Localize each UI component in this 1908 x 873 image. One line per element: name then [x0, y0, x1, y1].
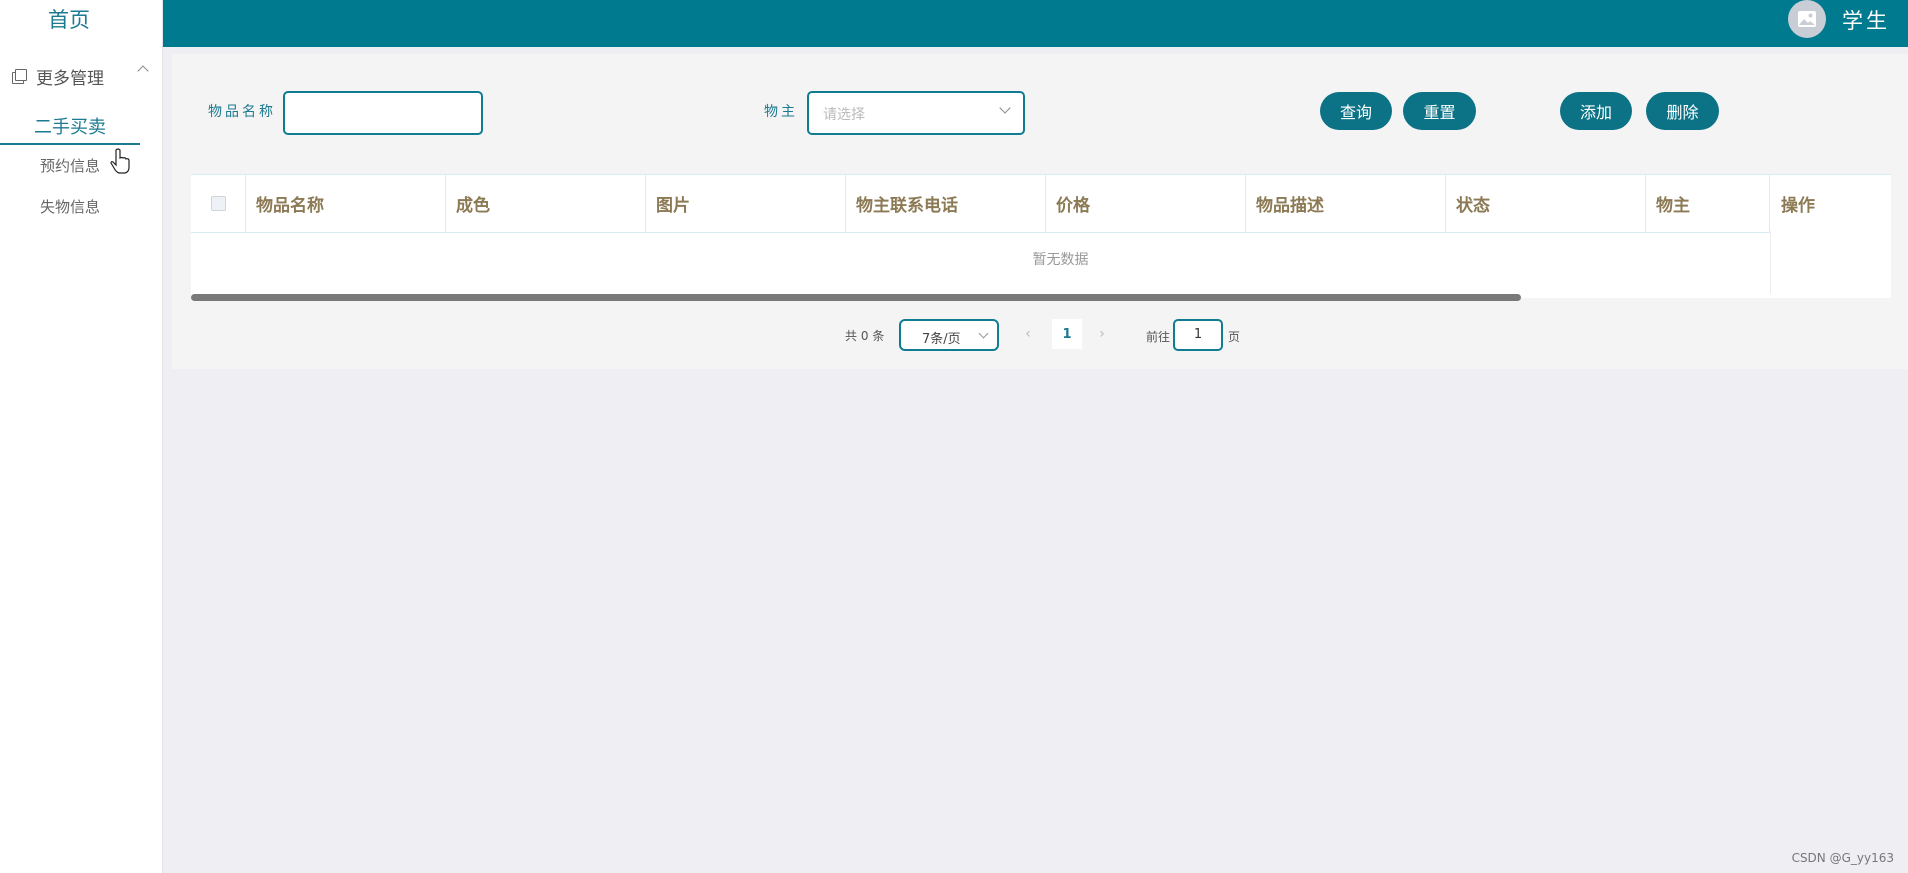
name-search-input[interactable]: [283, 91, 483, 135]
user-role-label[interactable]: 学生: [1842, 5, 1890, 35]
copy-icon: [12, 69, 27, 84]
column-header-condition[interactable]: 成色: [446, 175, 646, 232]
home-link[interactable]: 首页: [0, 4, 138, 34]
page-size-value: 7条/页: [922, 332, 961, 347]
table-header: 物品名称 成色 图片 物主联系电话 价格 物品描述 状态 物主 操作: [191, 174, 1891, 233]
name-filter-label: 物品名称: [208, 104, 276, 120]
query-button[interactable]: 查询: [1320, 92, 1392, 130]
menu-group-label: 更多管理: [36, 68, 104, 89]
top-bar: 学生: [163, 0, 1908, 47]
sidebar: 首页 更多管理 二手买卖 预约信息 失物信息: [0, 0, 163, 873]
jump-suffix: 页: [1228, 330, 1241, 344]
total-prefix: 共: [845, 329, 858, 343]
page-size-select[interactable]: 7条/页: [899, 319, 999, 351]
column-header-price[interactable]: 价格: [1046, 175, 1246, 232]
page-number-current[interactable]: 1: [1052, 319, 1082, 349]
sidebar-item-lost-items[interactable]: 失物信息: [0, 196, 140, 217]
next-page-button[interactable]: ›: [1086, 319, 1118, 349]
select-all-checkbox[interactable]: [210, 196, 226, 211]
sidebar-item-second-hand[interactable]: 二手买卖: [0, 113, 140, 145]
column-header-description[interactable]: 物品描述: [1246, 175, 1446, 232]
empty-table-message: 暂无数据: [1032, 252, 1089, 268]
add-button[interactable]: 添加: [1560, 92, 1632, 130]
total-count: 0: [860, 329, 869, 343]
select-all-checkbox-cell[interactable]: [191, 175, 246, 232]
avatar[interactable]: [1788, 0, 1826, 38]
owner-select-placeholder: 请选择: [823, 107, 865, 123]
horizontal-scrollbar[interactable]: [191, 294, 1521, 301]
watermark: CSDN @G_yy163: [1791, 851, 1894, 865]
menu-group-more-management[interactable]: 更多管理: [12, 62, 149, 90]
owner-filter-label: 物主: [764, 104, 798, 120]
page-jump-input[interactable]: 1: [1173, 319, 1223, 351]
chevron-down-icon: [978, 328, 989, 339]
data-table: 物品名称 成色 图片 物主联系电话 价格 物品描述 状态 物主 操作 暂无数据: [191, 174, 1891, 298]
total-suffix: 条: [872, 329, 885, 343]
owner-select[interactable]: 请选择: [807, 91, 1025, 135]
chevron-up-icon: [137, 65, 149, 77]
reset-button[interactable]: 重置: [1403, 92, 1476, 130]
column-header-owner[interactable]: 物主: [1646, 175, 1770, 232]
prev-page-button[interactable]: ‹: [1012, 319, 1044, 349]
image-icon: [1798, 11, 1816, 27]
column-header-owner-phone[interactable]: 物主联系电话: [846, 175, 1046, 232]
column-header-image[interactable]: 图片: [646, 175, 846, 232]
pagination-total: 共 0 条: [845, 327, 884, 344]
content-panel: 物品名称 物主 请选择 查询 重置 添加 删除 物品名称 成色 图片 物主联系电…: [172, 54, 1908, 369]
jump-prefix: 前往: [1146, 330, 1171, 344]
actions-column-body: [1770, 231, 1891, 294]
chevron-down-icon: [999, 102, 1011, 114]
column-header-actions: 操作: [1781, 196, 1815, 216]
column-header-status[interactable]: 状态: [1446, 175, 1646, 232]
column-header-name[interactable]: 物品名称: [246, 175, 446, 232]
hand-cursor-icon: [110, 148, 130, 174]
delete-button[interactable]: 删除: [1646, 92, 1719, 130]
